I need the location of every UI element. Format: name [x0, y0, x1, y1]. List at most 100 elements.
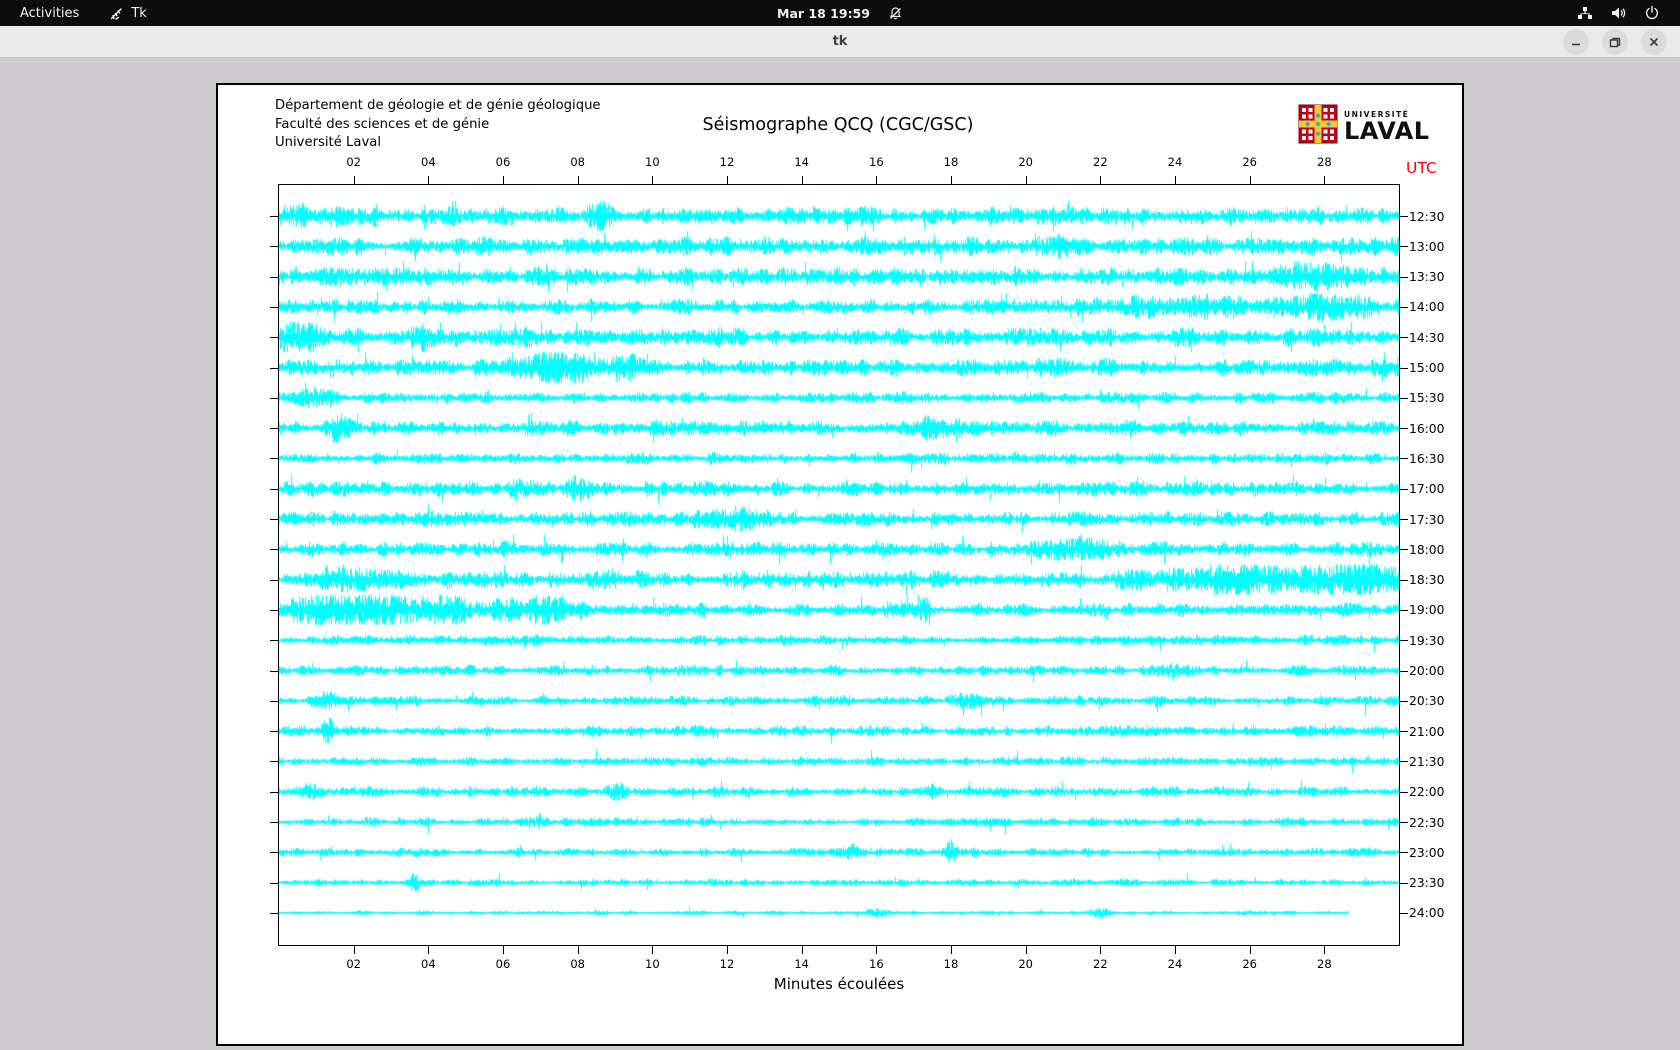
x-tick-mark-bottom	[1100, 946, 1101, 954]
x-tick-mark-top	[354, 176, 355, 184]
x-tick-mark-bottom	[1324, 946, 1325, 954]
universite-laval-logo: UNIVERSITÉ LAVAL	[1298, 104, 1430, 148]
tk-feather-icon	[109, 6, 124, 21]
seismogram-plot-area	[278, 184, 1400, 946]
x-tick-label-bottom: 02	[346, 957, 361, 971]
x-axis-label: Minutes écoulées	[278, 975, 1400, 993]
x-tick-label-bottom: 04	[421, 957, 436, 971]
row-tick-left	[270, 701, 278, 702]
row-time-label: 16:00	[1409, 422, 1444, 436]
row-time-label: 22:00	[1409, 785, 1444, 799]
close-button[interactable]	[1641, 29, 1667, 55]
x-tick-mark-bottom	[1175, 946, 1176, 954]
x-tick-label-bottom: 28	[1317, 957, 1332, 971]
row-tick-left	[270, 307, 278, 308]
x-tick-label-top: 26	[1242, 155, 1257, 169]
row-tick-left	[270, 216, 278, 217]
maximize-button[interactable]	[1602, 29, 1628, 55]
row-time-label: 22:30	[1409, 816, 1444, 830]
row-time-label: 17:00	[1409, 482, 1444, 496]
row-tick-left	[270, 489, 278, 490]
row-tick-right	[1400, 852, 1408, 853]
x-tick-mark-bottom	[503, 946, 504, 954]
row-time-label: 23:00	[1409, 846, 1444, 860]
system-status-area[interactable]	[1577, 0, 1680, 26]
row-tick-left	[270, 549, 278, 550]
row-tick-right	[1400, 307, 1408, 308]
x-tick-mark-top	[951, 176, 952, 184]
row-tick-left	[270, 519, 278, 520]
activities-button[interactable]: Activities	[16, 6, 83, 21]
x-tick-mark-top	[727, 176, 728, 184]
row-time-label: 21:30	[1409, 755, 1444, 769]
row-time-label: 23:30	[1409, 876, 1444, 890]
row-tick-right	[1400, 883, 1408, 884]
x-tick-mark-top	[876, 176, 877, 184]
x-tick-mark-top	[1026, 176, 1027, 184]
network-wired-icon	[1577, 5, 1593, 21]
x-tick-mark-top	[1100, 176, 1101, 184]
x-tick-mark-bottom	[727, 946, 728, 954]
row-time-label: 18:00	[1409, 543, 1444, 557]
header-line: Département de géologie et de génie géol…	[275, 97, 601, 116]
x-tick-label-bottom: 10	[645, 957, 660, 971]
focused-app-name: Tk	[131, 6, 146, 21]
x-tick-mark-bottom	[802, 946, 803, 954]
x-tick-mark-bottom	[428, 946, 429, 954]
row-tick-right	[1400, 671, 1408, 672]
x-tick-mark-bottom	[876, 946, 877, 954]
logo-text-laval: LAVAL	[1344, 119, 1430, 143]
x-tick-label-bottom: 08	[570, 957, 585, 971]
row-tick-left	[270, 610, 278, 611]
x-tick-label-bottom: 26	[1242, 957, 1257, 971]
x-tick-label-top: 08	[570, 155, 585, 169]
x-tick-label-top: 20	[1018, 155, 1033, 169]
row-tick-left	[270, 883, 278, 884]
row-tick-left	[270, 337, 278, 338]
utc-label: UTC	[1406, 159, 1437, 177]
seismograph-figure: Département de géologie et de génie géol…	[216, 83, 1464, 1046]
row-tick-right	[1400, 640, 1408, 641]
x-tick-mark-top	[503, 176, 504, 184]
row-tick-left	[270, 580, 278, 581]
row-tick-right	[1400, 277, 1408, 278]
row-time-label: 19:00	[1409, 603, 1444, 617]
row-time-label: 13:00	[1409, 240, 1444, 254]
row-tick-right	[1400, 549, 1408, 550]
row-time-label: 15:00	[1409, 361, 1444, 375]
x-tick-label-bottom: 20	[1018, 957, 1033, 971]
x-tick-label-top: 12	[720, 155, 735, 169]
minimize-button[interactable]	[1563, 29, 1589, 55]
x-tick-label-top: 28	[1317, 155, 1332, 169]
focused-app-indicator[interactable]: Tk	[109, 6, 146, 21]
x-tick-label-top: 06	[496, 155, 511, 169]
x-tick-label-bottom: 12	[720, 957, 735, 971]
row-time-label: 16:30	[1409, 452, 1444, 466]
row-tick-right	[1400, 489, 1408, 490]
x-tick-label-top: 04	[421, 155, 436, 169]
seismogram-traces-canvas	[279, 185, 1399, 945]
window-titlebar[interactable]: tk	[0, 26, 1680, 58]
tk-window-content: Département de géologie et de génie géol…	[0, 59, 1680, 1050]
x-tick-mark-top	[802, 176, 803, 184]
clock-calendar-button[interactable]: Mar 18 19:59	[777, 6, 870, 21]
row-time-label: 18:30	[1409, 573, 1444, 587]
row-time-label: 15:30	[1409, 391, 1444, 405]
x-tick-mark-bottom	[1250, 946, 1251, 954]
row-tick-right	[1400, 398, 1408, 399]
x-tick-label-top: 02	[346, 155, 361, 169]
row-time-label: 20:30	[1409, 694, 1444, 708]
notifications-muted-icon[interactable]	[888, 6, 903, 21]
row-tick-left	[270, 792, 278, 793]
row-tick-left	[270, 761, 278, 762]
row-tick-right	[1400, 580, 1408, 581]
x-tick-label-top: 24	[1168, 155, 1183, 169]
row-tick-left	[270, 822, 278, 823]
row-tick-right	[1400, 761, 1408, 762]
row-tick-right	[1400, 246, 1408, 247]
x-tick-label-bottom: 16	[869, 957, 884, 971]
x-tick-mark-top	[1175, 176, 1176, 184]
x-tick-label-bottom: 22	[1093, 957, 1108, 971]
x-tick-label-bottom: 18	[944, 957, 959, 971]
x-tick-mark-top	[428, 176, 429, 184]
